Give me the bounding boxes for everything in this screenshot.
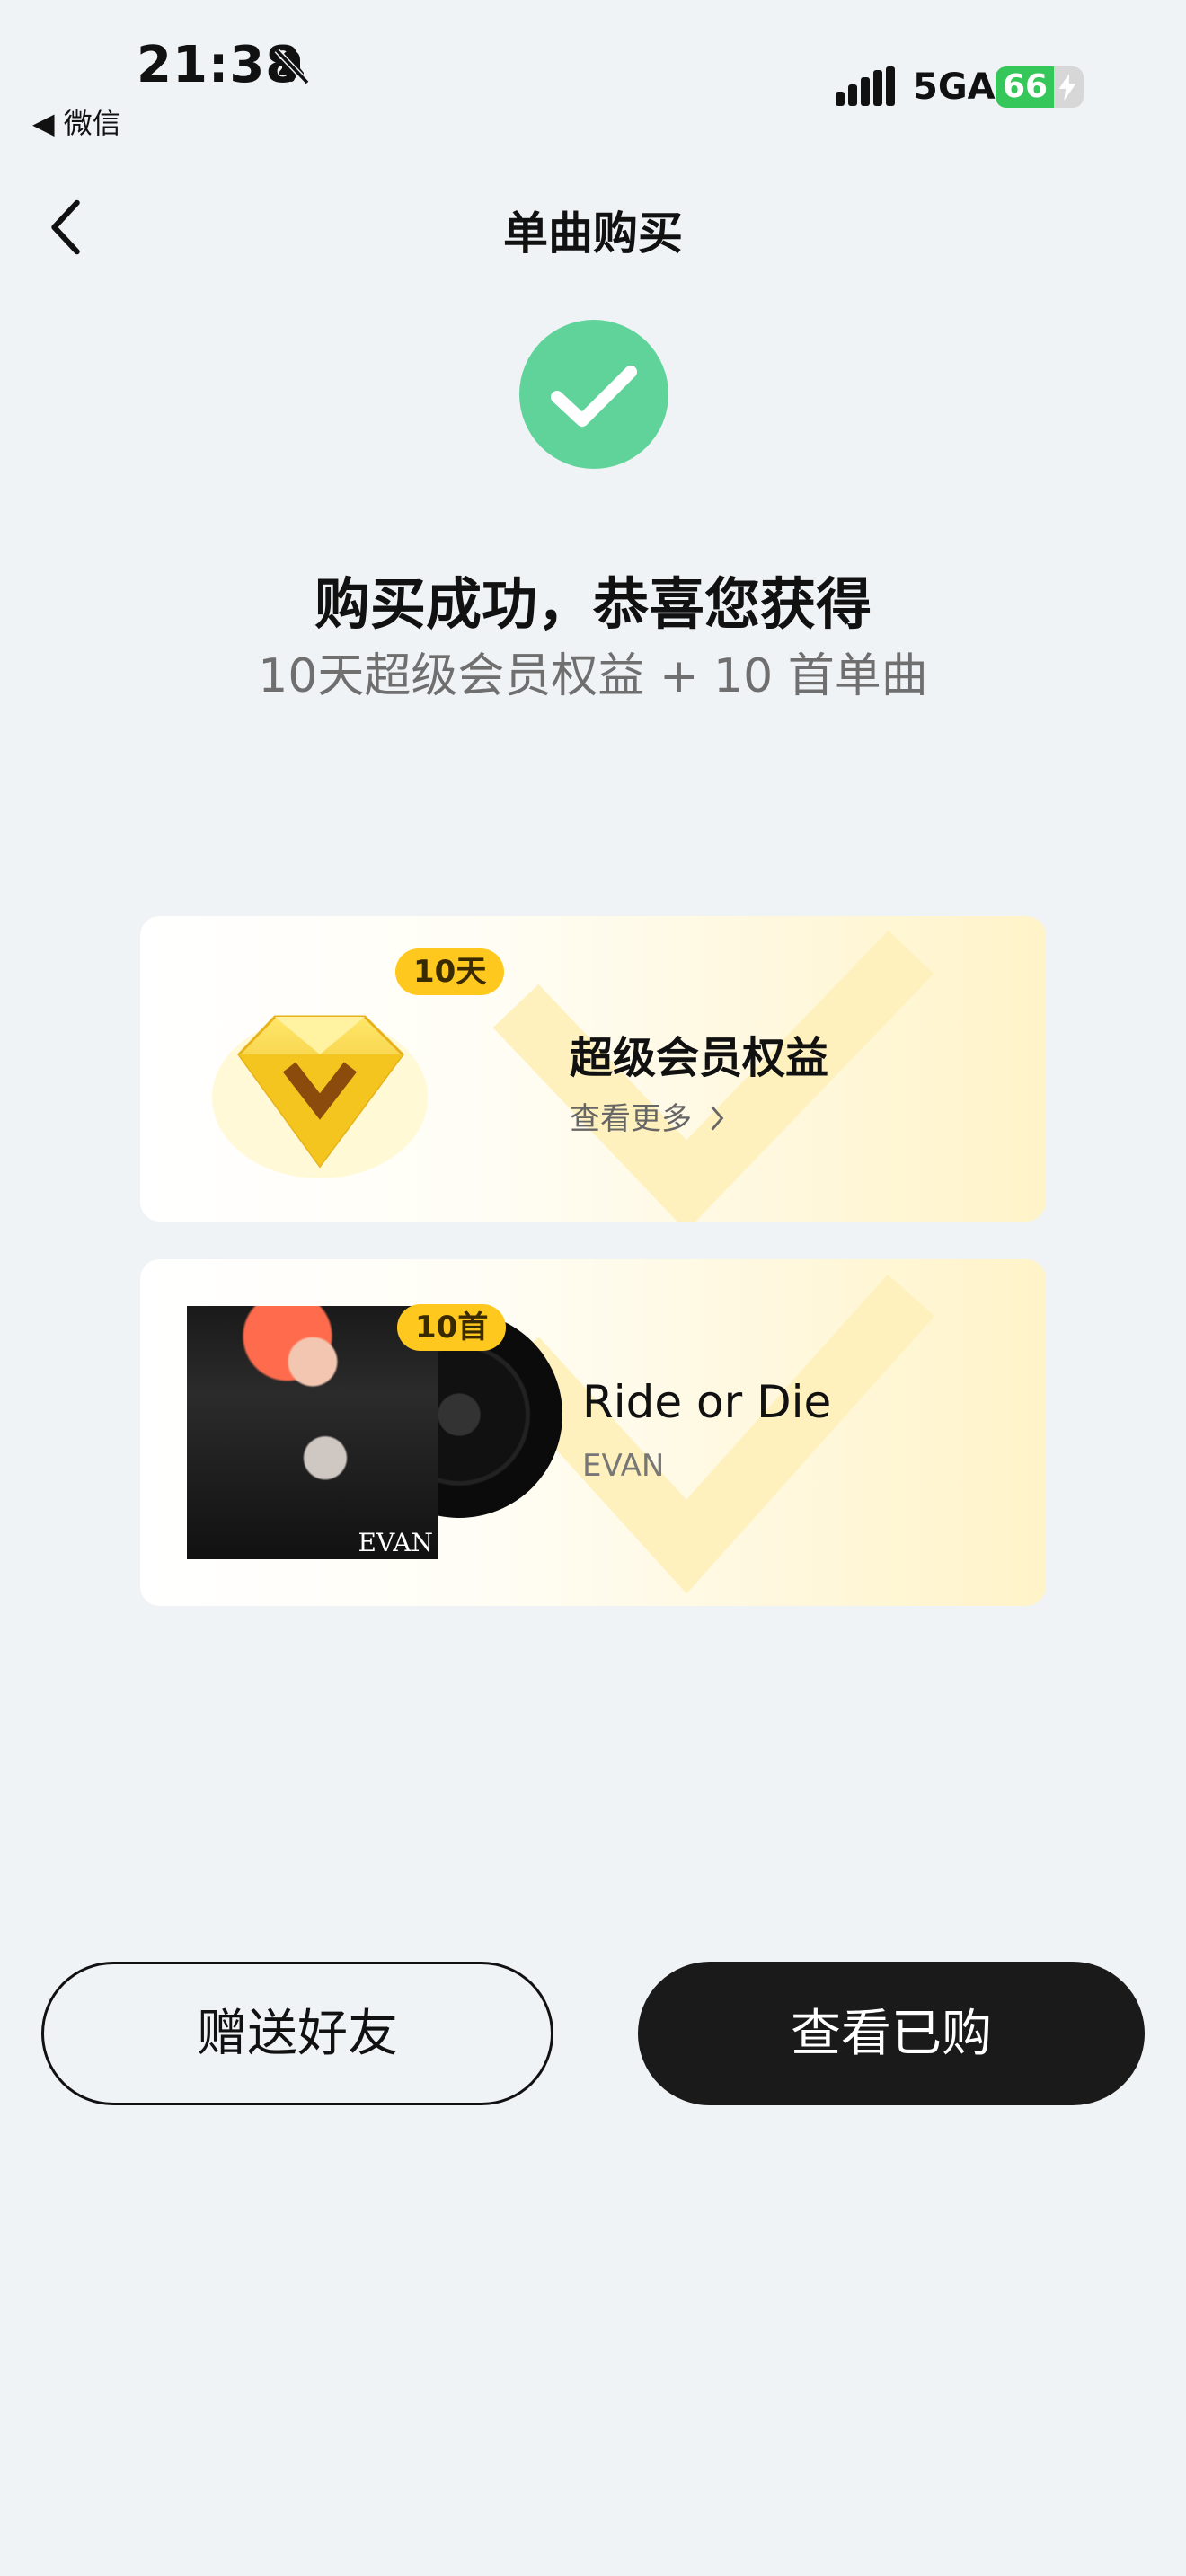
song-artist: EVAN	[582, 1448, 665, 1484]
membership-title: 超级会员权益	[570, 1033, 829, 1083]
card-background-pattern	[492, 1274, 935, 1594]
success-title: 购买成功，恭喜您获得	[314, 571, 872, 637]
view-more-link[interactable]: 查看更多	[570, 1094, 725, 1138]
song-card[interactable]: EVAN 10首 Ride or Die EVAN	[140, 1259, 1046, 1606]
album-cover[interactable]: EVAN	[187, 1306, 438, 1559]
success-subtitle: 10天超级会员权益 + 10 首单曲	[258, 649, 928, 703]
chevron-right-icon	[711, 1106, 724, 1131]
battery-text: 66	[1003, 68, 1049, 105]
purchase-success-page: 21:38 ◀ 微信 5GA 66 单曲购买 购买成功，恭喜您获得 10天超级会…	[0, 0, 1186, 2576]
charging-bolt-icon	[1058, 74, 1076, 101]
signal-icon	[836, 66, 895, 106]
gift-friend-button[interactable]: 赠送好友	[41, 1962, 553, 2105]
bell-muted-icon	[274, 48, 310, 85]
view-more-label: 查看更多	[570, 1101, 692, 1137]
songs-badge: 10首	[397, 1304, 507, 1351]
album-cover-text: EVAN	[358, 1528, 433, 1557]
back-to-wechat[interactable]: ◀ 微信	[32, 101, 121, 142]
song-title: Ride or Die	[582, 1376, 832, 1428]
network-type: 5GA	[913, 66, 996, 108]
page-title: 单曲购买	[503, 207, 683, 260]
check-circle-icon	[519, 320, 668, 469]
days-badge: 10天	[395, 948, 505, 995]
membership-card[interactable]: 10天 超级会员权益 查看更多	[140, 916, 1046, 1222]
diamond-icon	[212, 1015, 428, 1178]
battery-indicator: 66	[996, 66, 1084, 108]
view-purchased-button[interactable]: 查看已购	[638, 1962, 1145, 2105]
